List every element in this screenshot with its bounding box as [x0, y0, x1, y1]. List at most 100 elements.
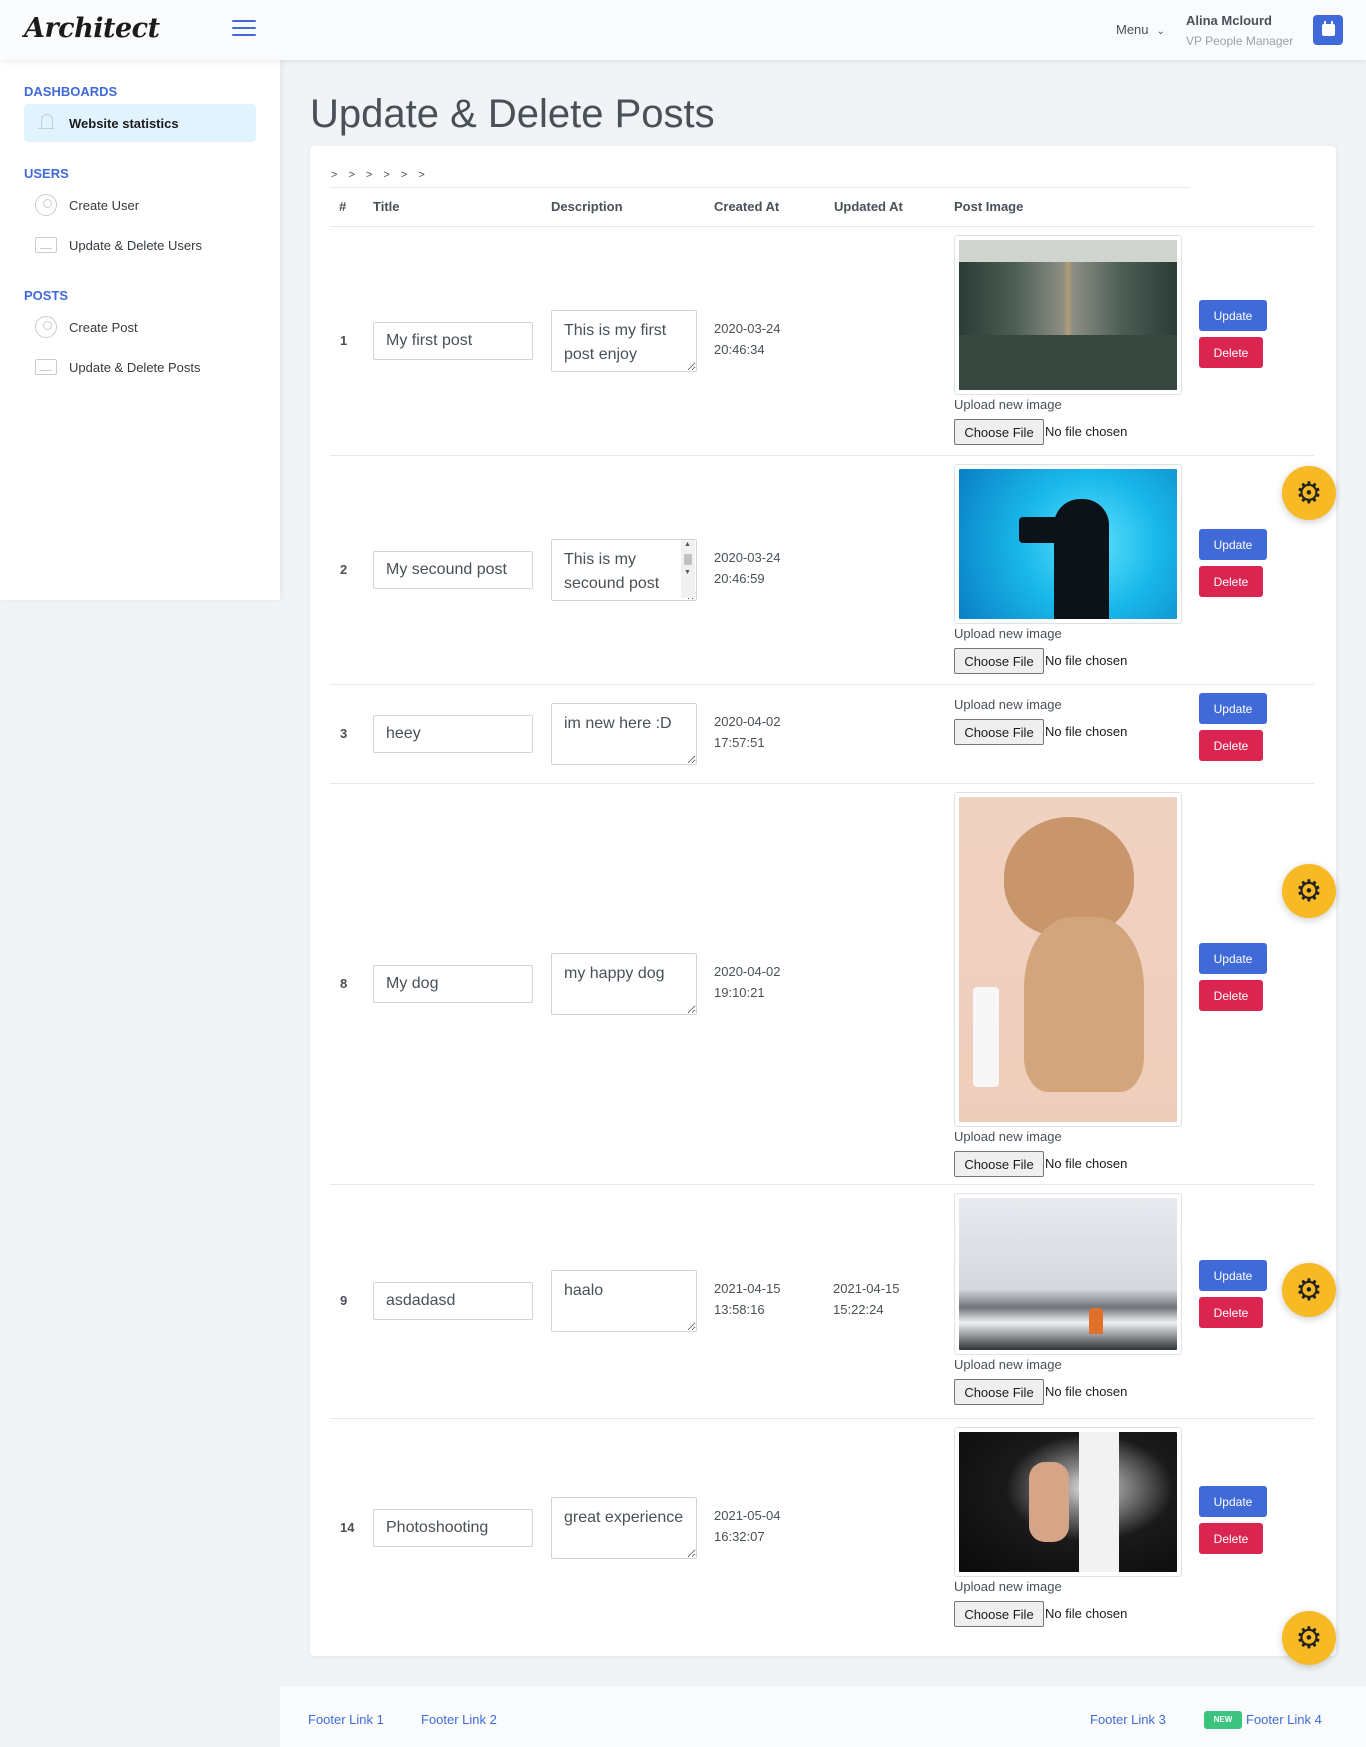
post-description-input[interactable]: im new here :D: [551, 702, 697, 765]
row-id: 2: [340, 561, 348, 577]
delete-button[interactable]: Delete: [1199, 980, 1263, 1011]
created-date: 2020-04-02: [714, 713, 781, 729]
created-date: 2021-04-15: [714, 1281, 781, 1296]
no-file-chosen-text: No file chosen: [1045, 653, 1128, 668]
footer-link-4[interactable]: Footer Link 4: [1246, 1712, 1322, 1727]
post-image: [954, 464, 1182, 624]
col-header-updated-at: Updated At: [834, 199, 903, 214]
update-button[interactable]: Update: [1199, 943, 1267, 974]
chevron-down-icon: ⌄: [1156, 26, 1165, 37]
footer-link-2[interactable]: Footer Link 2: [421, 1712, 497, 1727]
post-title-input[interactable]: [373, 1509, 533, 1547]
thumbs-up-image: [959, 1432, 1177, 1572]
no-file-chosen-text: No file chosen: [1045, 1156, 1128, 1171]
delete-button[interactable]: Delete: [1199, 1523, 1263, 1554]
user-icon: [35, 194, 57, 216]
delete-button[interactable]: Delete: [1199, 1297, 1263, 1328]
update-button[interactable]: Update: [1199, 1260, 1267, 1291]
created-time: 19:10:21: [714, 984, 765, 1000]
settings-gear-icon[interactable]: ⚙: [1282, 1263, 1336, 1317]
created-time: 16:32:07: [714, 1529, 765, 1544]
sidebar-item-create-post[interactable]: Create Post: [24, 308, 256, 346]
dog-image: [959, 797, 1177, 1122]
photographer-silhouette-image: [959, 469, 1177, 619]
post-description-input[interactable]: great experience: [551, 1497, 697, 1559]
sidebar-item-label: Update & Delete Users: [69, 237, 202, 253]
sidebar: DASHBOARDS Website statistics USERS Crea…: [0, 60, 280, 600]
post-title-input[interactable]: [373, 1282, 533, 1320]
created-at: 2021-05-04 16:32:07: [714, 1505, 781, 1547]
post-description-input[interactable]: haalo: [551, 1270, 697, 1332]
delete-button[interactable]: Delete: [1199, 337, 1263, 368]
bell-icon: [35, 112, 57, 134]
new-badge: NEW: [1204, 1711, 1242, 1729]
upload-new-image-label: Upload new image: [954, 397, 1062, 412]
post-description-input[interactable]: This is my secound post: [551, 538, 697, 601]
update-button[interactable]: Update: [1199, 529, 1267, 560]
choose-file-button[interactable]: Choose File: [954, 1379, 1044, 1405]
sidebar-heading-dashboards: DASHBOARDS: [24, 84, 118, 99]
upload-new-image-label: Upload new image: [954, 1129, 1062, 1144]
choose-file-button[interactable]: Choose File: [954, 1601, 1044, 1627]
calendar-icon[interactable]: [1313, 15, 1343, 45]
screen-icon: [35, 359, 57, 375]
update-button[interactable]: Update: [1199, 300, 1267, 331]
settings-gear-icon[interactable]: ⚙: [1282, 864, 1336, 918]
col-header-id: #: [339, 199, 347, 214]
row-id: 8: [340, 975, 348, 991]
updated-time: 15:22:24: [833, 1302, 884, 1317]
sidebar-item-create-user[interactable]: Create User: [24, 186, 256, 224]
train-interior-image: [959, 240, 1177, 390]
sidebar-item-update-delete-posts[interactable]: Update & Delete Posts: [24, 348, 256, 386]
header-menu-dropdown[interactable]: Menu ⌄: [1116, 22, 1165, 37]
no-file-chosen-text: No file chosen: [1045, 724, 1128, 739]
row-id: 9: [340, 1293, 348, 1308]
sidebar-item-label: Create User: [69, 197, 140, 213]
created-at: 2020-03-24 20:46:59: [714, 547, 781, 589]
description-scrollbar[interactable]: [681, 539, 695, 598]
update-button[interactable]: Update: [1199, 693, 1267, 724]
col-header-title: Title: [373, 199, 400, 214]
snowy-mountain-image: [959, 1198, 1177, 1350]
sidebar-item-website-statistics[interactable]: Website statistics: [24, 104, 256, 142]
post-title-input[interactable]: [373, 550, 533, 589]
user-name: Alina Mclourd: [1186, 13, 1272, 28]
post-title-input[interactable]: [373, 714, 533, 753]
hamburger-menu-icon[interactable]: [232, 20, 256, 38]
choose-file-button[interactable]: Choose File: [954, 1151, 1044, 1177]
created-date: 2020-03-24: [714, 320, 781, 336]
post-image: [954, 792, 1182, 1127]
settings-gear-icon[interactable]: ⚙: [1282, 466, 1336, 520]
page-title: Update & Delete Posts: [310, 92, 715, 136]
post-title-input[interactable]: [373, 964, 533, 1003]
row-id: 14: [340, 1520, 355, 1535]
delete-button[interactable]: Delete: [1199, 730, 1263, 761]
footer-link-1[interactable]: Footer Link 1: [308, 1712, 384, 1727]
breadcrumb[interactable]: > > > > > >: [331, 169, 429, 181]
settings-gear-icon[interactable]: ⚙: [1282, 1611, 1336, 1665]
updated-at: 2021-04-15 15:22:24: [833, 1278, 900, 1320]
created-at: 2020-04-02 17:57:51: [714, 711, 781, 753]
choose-file-button[interactable]: Choose File: [954, 419, 1044, 445]
user-role: VP People Manager: [1186, 34, 1294, 48]
delete-button[interactable]: Delete: [1199, 566, 1263, 597]
choose-file-button[interactable]: Choose File: [954, 719, 1044, 745]
post-title-input[interactable]: [373, 321, 533, 360]
created-at: 2021-04-15 13:58:16: [714, 1278, 781, 1320]
sidebar-item-update-delete-users[interactable]: Update & Delete Users: [24, 226, 256, 264]
post-description-input[interactable]: my happy dog: [551, 952, 697, 1015]
choose-file-button[interactable]: Choose File: [954, 648, 1044, 674]
app-logo[interactable]: Architect: [24, 13, 160, 44]
footer-link-3[interactable]: Footer Link 3: [1090, 1712, 1166, 1727]
col-header-created-at: Created At: [714, 199, 780, 214]
app-header: Architect Menu ⌄ Alina Mclourd VP People …: [0, 0, 1366, 60]
created-date: 2020-03-24: [714, 549, 781, 565]
sidebar-item-label: Update & Delete Posts: [69, 359, 201, 375]
created-time: 20:46:34: [714, 341, 765, 357]
update-button[interactable]: Update: [1199, 1486, 1267, 1517]
created-time: 20:46:59: [714, 570, 765, 586]
upload-new-image-label: Upload new image: [954, 626, 1062, 641]
post-description-input[interactable]: This is my first post enjoy: [551, 309, 697, 372]
created-time: 13:58:16: [714, 1302, 765, 1317]
menu-label: Menu: [1116, 22, 1149, 37]
